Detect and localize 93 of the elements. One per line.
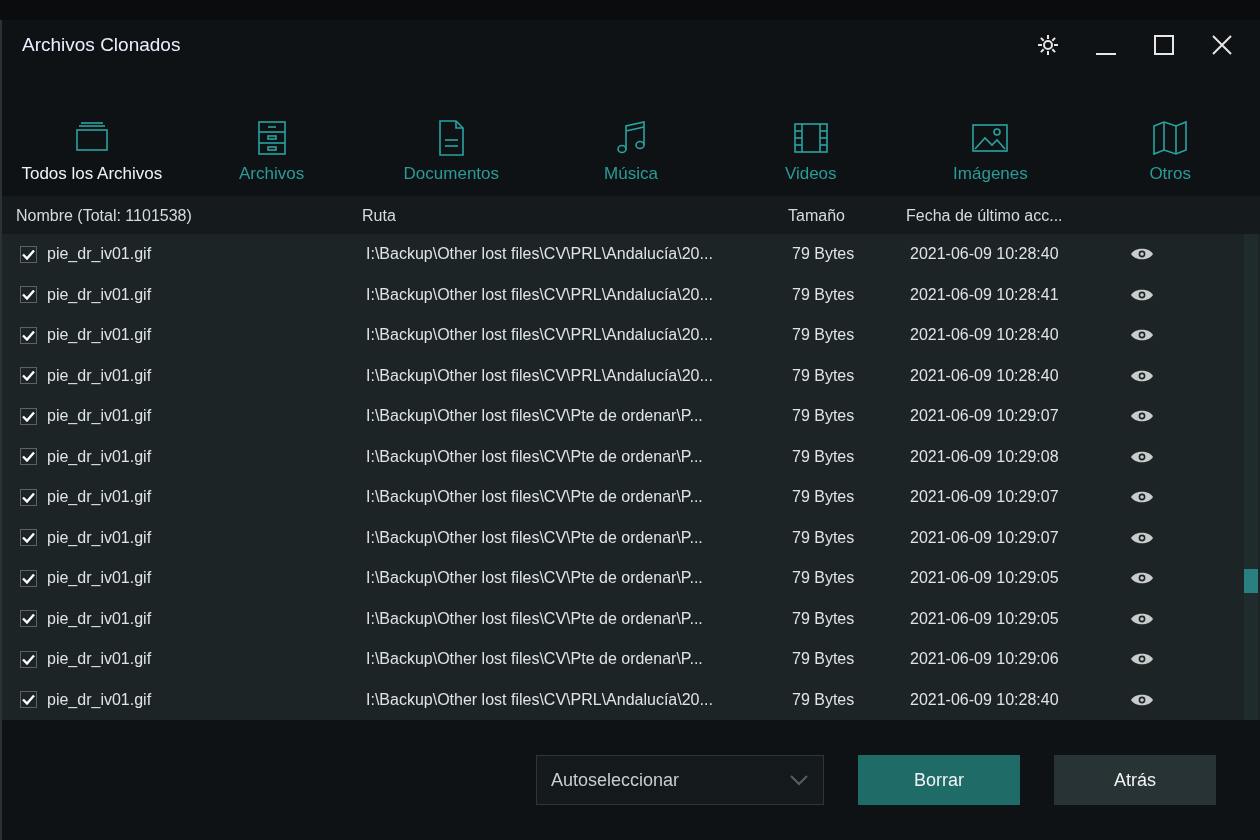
file-path: I:\Backup\Other lost files\CV\Pte de ordenar\P... <box>366 609 704 628</box>
file-path: I:\Backup\Other lost files\CV\PRL\Andalucía\20... <box>366 690 714 709</box>
maximize-icon <box>1153 34 1175 56</box>
column-header[interactable]: Nombre (Total: 1101538) <box>16 207 362 225</box>
file-name: pie_dr_iv01.gif <box>47 285 152 304</box>
file-name: pie_dr_iv01.gif <box>47 569 152 588</box>
file-size: 79 Bytes <box>792 528 856 547</box>
file-name: pie_dr_iv01.gif <box>47 326 152 345</box>
chevron-down-icon <box>789 774 809 786</box>
access-date: 2021-06-09 10:29:07 <box>910 528 1060 547</box>
checkbox[interactable] <box>20 245 37 263</box>
file-size: 79 Bytes <box>792 285 856 304</box>
eye-icon[interactable] <box>1130 409 1154 424</box>
file-path: I:\Backup\Other lost files\CV\Pte de ordenar\P... <box>366 528 704 547</box>
eye-icon[interactable] <box>1130 368 1154 383</box>
gear-icon <box>1036 33 1060 57</box>
eye-icon[interactable] <box>1130 692 1154 707</box>
file-size: 79 Bytes <box>792 447 856 466</box>
scrollbar[interactable] <box>1244 234 1258 720</box>
file-size: 79 Bytes <box>792 407 856 426</box>
minimize-icon <box>1095 53 1117 55</box>
checkbox[interactable] <box>20 488 37 506</box>
file-name: pie_dr_iv01.gif <box>47 690 152 709</box>
file-path: I:\Backup\Other lost files\CV\PRL\Andalucía\20... <box>366 245 714 264</box>
category-tab[interactable]: Otros <box>1080 118 1260 184</box>
eye-icon[interactable] <box>1130 247 1154 262</box>
access-date: 2021-06-09 10:28:40 <box>910 326 1060 345</box>
file-name: pie_dr_iv01.gif <box>47 650 152 669</box>
access-date: 2021-06-09 10:28:40 <box>910 690 1060 709</box>
file-path: I:\Backup\Other lost files\CV\Pte de ordenar\P... <box>366 447 704 466</box>
checkbox[interactable] <box>20 367 37 385</box>
checkbox[interactable] <box>20 569 37 587</box>
file-path: I:\Backup\Other lost files\CV\PRL\Andalucía\20... <box>366 285 714 304</box>
file-name: pie_dr_iv01.gif <box>47 447 152 466</box>
eye-icon[interactable] <box>1130 530 1154 545</box>
checkbox[interactable] <box>20 286 37 304</box>
access-date: 2021-06-09 10:29:06 <box>910 650 1060 669</box>
access-date: 2021-06-09 10:29:07 <box>910 407 1060 426</box>
checkbox[interactable] <box>20 691 37 709</box>
window-title: Archivos Clonados <box>22 34 182 56</box>
file-path: I:\Backup\Other lost files\CV\PRL\Andalucía\20... <box>366 326 714 345</box>
eye-icon[interactable] <box>1130 571 1154 586</box>
eye-icon[interactable] <box>1130 328 1154 343</box>
file-path: I:\Backup\Other lost files\CV\Pte de ordenar\P... <box>366 569 704 588</box>
category-tab[interactable]: Archivos <box>181 118 362 184</box>
file-size: 79 Bytes <box>792 569 856 588</box>
file-size: 79 Bytes <box>792 690 856 709</box>
category-tab[interactable]: Todos los Archivos <box>2 118 182 184</box>
column-header[interactable]: Fecha de último acc... <box>906 207 1260 225</box>
checkbox[interactable] <box>20 650 37 668</box>
file-size: 79 Bytes <box>792 650 856 669</box>
close-icon <box>1211 34 1233 56</box>
delete-button[interactable]: Borrar <box>858 755 1020 805</box>
category-tab[interactable]: Documentos <box>361 118 542 184</box>
file-name: pie_dr_iv01.gif <box>47 528 152 547</box>
category-tab[interactable]: Videos <box>720 118 901 184</box>
access-date: 2021-06-09 10:29:08 <box>910 447 1060 466</box>
column-header[interactable]: Ruta <box>362 207 788 225</box>
file-size: 79 Bytes <box>792 366 856 385</box>
file-path: I:\Backup\Other lost files\CV\Pte de ordenar\P... <box>366 650 704 669</box>
autoselect-dropdown[interactable]: Autoseleccionar <box>536 755 824 805</box>
access-date: 2021-06-09 10:28:40 <box>910 366 1060 385</box>
eye-icon[interactable] <box>1130 449 1154 464</box>
file-size: 79 Bytes <box>792 609 856 628</box>
eye-icon[interactable] <box>1130 652 1154 667</box>
file-name: pie_dr_iv01.gif <box>47 407 152 426</box>
access-date: 2021-06-09 10:29:05 <box>910 609 1060 628</box>
file-path: I:\Backup\Other lost files\CV\PRL\Andalucía\20... <box>366 366 714 385</box>
category-tab[interactable]: Música <box>541 118 721 184</box>
file-name: pie_dr_iv01.gif <box>47 366 152 385</box>
file-name: pie_dr_iv01.gif <box>47 488 152 507</box>
checkbox[interactable] <box>20 448 37 466</box>
file-name: pie_dr_iv01.gif <box>47 245 152 264</box>
back-button[interactable]: Atrás <box>1054 755 1216 805</box>
checkbox[interactable] <box>20 529 37 547</box>
file-path: I:\Backup\Other lost files\CV\Pte de ordenar\P... <box>366 407 704 426</box>
checkbox[interactable] <box>20 326 37 344</box>
column-header[interactable]: Tamaño <box>788 207 906 225</box>
file-path: I:\Backup\Other lost files\CV\Pte de ordenar\P... <box>366 488 704 507</box>
access-date: 2021-06-09 10:29:07 <box>910 488 1060 507</box>
category-tab[interactable]: Imágenes <box>900 118 1081 184</box>
access-date: 2021-06-09 10:28:40 <box>910 245 1060 264</box>
access-date: 2021-06-09 10:28:41 <box>910 285 1060 304</box>
eye-icon[interactable] <box>1130 490 1154 505</box>
access-date: 2021-06-09 10:29:05 <box>910 569 1060 588</box>
file-name: pie_dr_iv01.gif <box>47 609 152 628</box>
file-size: 79 Bytes <box>792 326 856 345</box>
eye-icon[interactable] <box>1130 611 1154 626</box>
file-size: 79 Bytes <box>792 245 856 264</box>
checkbox[interactable] <box>20 610 37 628</box>
file-size: 79 Bytes <box>792 488 856 507</box>
eye-icon[interactable] <box>1130 287 1154 302</box>
checkbox[interactable] <box>20 407 37 425</box>
